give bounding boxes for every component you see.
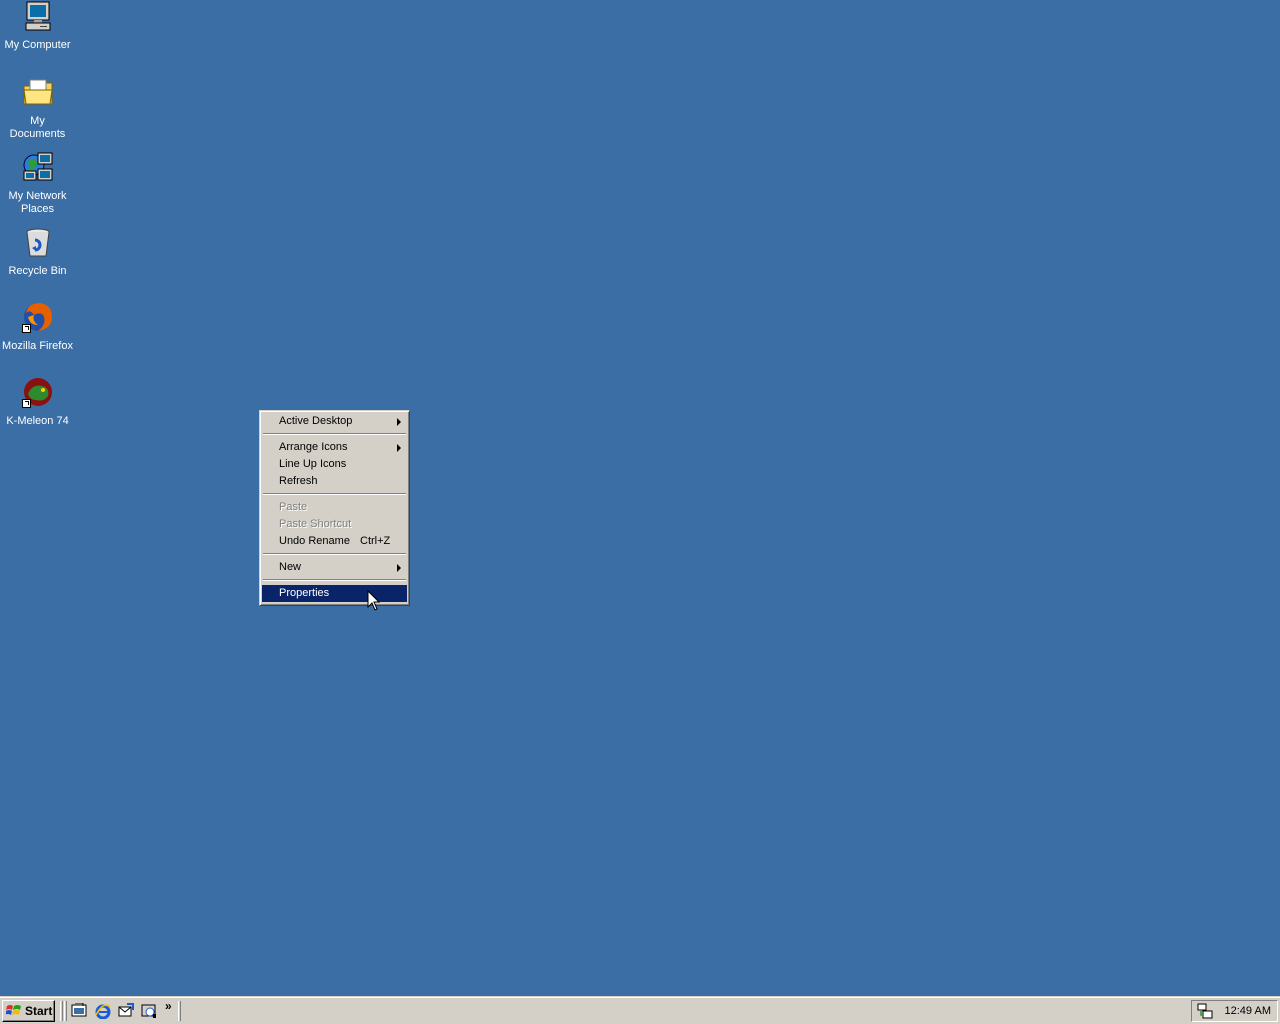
desktop-icon-mozilla-firefox[interactable]: Mozilla Firefox: [0, 301, 75, 353]
shortcut-arrow-icon: [21, 399, 31, 408]
desktop-icon-my-computer[interactable]: My Computer: [0, 0, 75, 52]
media-icon[interactable]: [141, 1003, 157, 1019]
desktop-icon-recycle-bin[interactable]: Recycle Bin: [0, 226, 75, 278]
desktop-context-menu: Active Desktop Arrange Icons Line Up Ico…: [259, 410, 410, 606]
network-icon: [22, 151, 54, 183]
menu-item-label: Refresh: [279, 475, 318, 487]
outlook-express-icon[interactable]: [118, 1003, 134, 1019]
submenu-arrow-icon: [397, 564, 401, 572]
start-button[interactable]: Start: [2, 1000, 55, 1022]
start-label: Start: [25, 1004, 53, 1018]
recycle-bin-icon: [22, 226, 54, 258]
desktop[interactable]: My Computer My Documents My Network Plac…: [0, 0, 1280, 996]
desktop-icon-label: My Computer: [4, 39, 71, 51]
toolbar-grip: [64, 1001, 67, 1021]
kmeleon-icon: [21, 376, 54, 408]
menu-item-label: Paste: [279, 501, 308, 513]
menu-item-paste: Paste: [262, 499, 407, 516]
menu-item-paste-shortcut: Paste Shortcut: [262, 516, 407, 533]
menu-separator: [262, 550, 407, 559]
menu-item-undo-rename[interactable]: Undo Rename Ctrl+Z: [262, 533, 407, 550]
menu-separator: [262, 490, 407, 499]
desktop-icon-my-documents[interactable]: My Documents: [0, 76, 75, 141]
desktop-icon-k-meleon[interactable]: K-Meleon 74: [0, 376, 75, 428]
shortcut-arrow-icon: [21, 324, 31, 333]
desktop-icon-my-network-places[interactable]: My Network Places: [0, 151, 75, 216]
folder-icon: [22, 76, 54, 108]
desktop-icon-label: Mozilla Firefox: [2, 340, 73, 352]
show-desktop-icon[interactable]: [71, 1003, 87, 1019]
menu-item-label: Paste Shortcut: [279, 518, 352, 530]
desktop-icon-label: My Network Places: [8, 190, 67, 215]
menu-item-refresh[interactable]: Refresh: [262, 473, 407, 490]
clock[interactable]: 12:49 AM: [1225, 1005, 1271, 1017]
mouse-pointer-icon: [367, 590, 381, 611]
menu-item-shortcut: Ctrl+Z: [360, 535, 391, 547]
menu-item-new[interactable]: New: [262, 559, 407, 576]
toolbar-grip[interactable]: [60, 1001, 63, 1021]
menu-separator: [262, 430, 407, 439]
menu-separator: [262, 576, 407, 585]
taskbar: Start » 12:49 AM: [0, 996, 1280, 1024]
firefox-icon: [21, 301, 54, 333]
windows-logo-icon: [6, 1005, 21, 1015]
computer-icon: [22, 0, 54, 32]
system-tray: 12:49 AM: [1191, 1000, 1278, 1022]
submenu-arrow-icon: [397, 418, 401, 426]
menu-item-label: Active Desktop: [279, 415, 353, 427]
toolbar-grip[interactable]: [178, 1001, 181, 1021]
desktop-icon-label: My Documents: [9, 115, 66, 140]
internet-explorer-icon[interactable]: [95, 1003, 111, 1019]
desktop-icon-label: K-Meleon 74: [6, 415, 69, 427]
menu-item-arrange-icons[interactable]: Arrange Icons: [262, 439, 407, 456]
menu-item-label: Properties: [279, 587, 330, 599]
menu-item-label: Line Up Icons: [279, 458, 347, 470]
menu-item-label: New: [279, 561, 302, 573]
submenu-arrow-icon: [397, 444, 401, 452]
menu-item-label: Arrange Icons: [279, 441, 348, 453]
menu-item-line-up-icons[interactable]: Line Up Icons: [262, 456, 407, 473]
menu-item-label: Undo Rename: [279, 535, 350, 547]
desktop-icon-label: Recycle Bin: [8, 265, 67, 277]
menu-item-properties[interactable]: Properties: [262, 585, 407, 602]
network-status-icon[interactable]: [1197, 1003, 1213, 1019]
quick-launch-chevron[interactable]: »: [165, 999, 172, 1013]
menu-item-active-desktop[interactable]: Active Desktop: [262, 413, 407, 430]
